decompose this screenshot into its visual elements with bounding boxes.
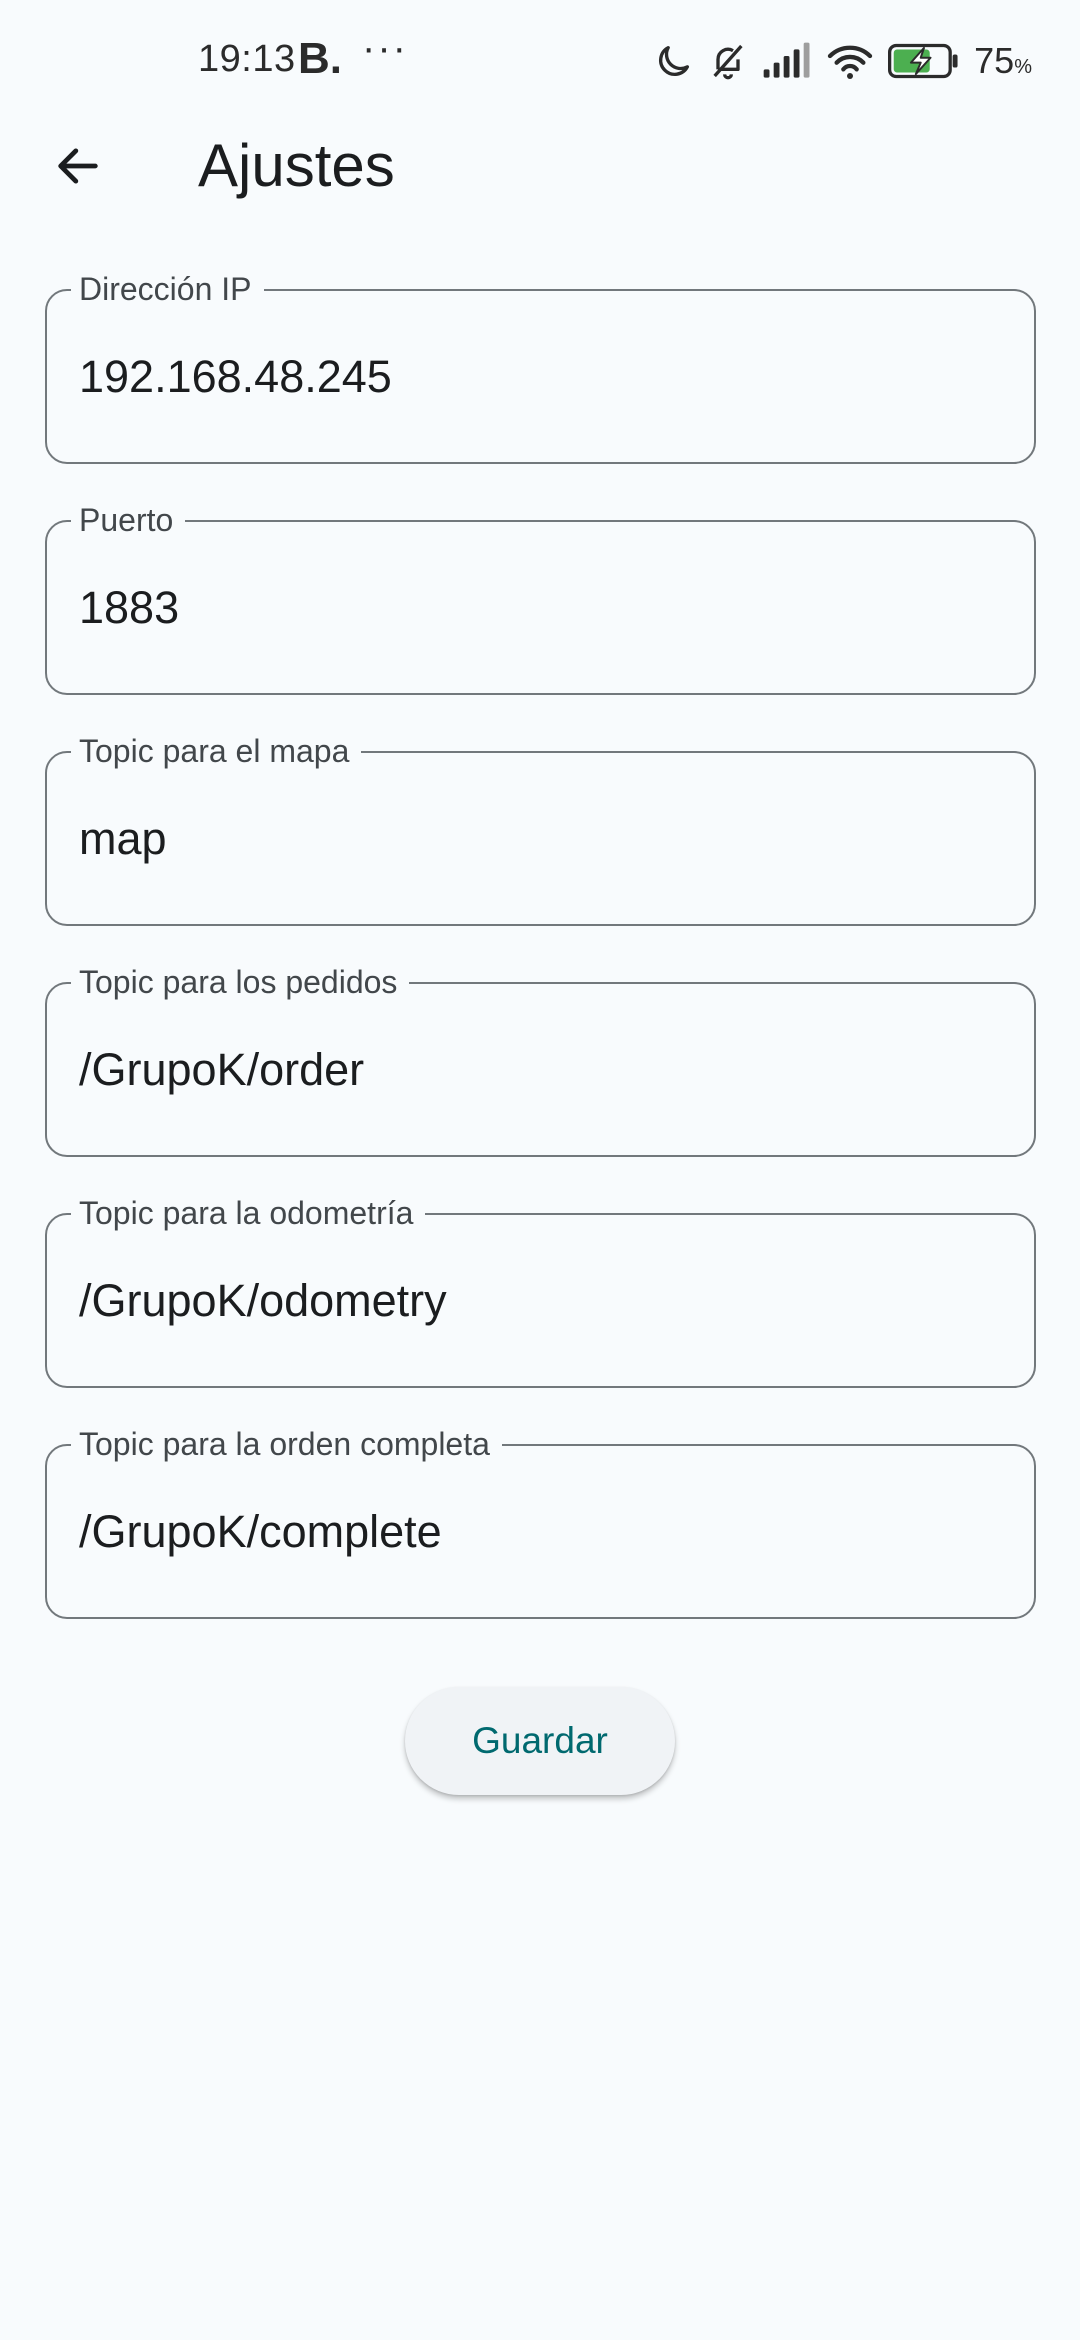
page-title: Ajustes bbox=[198, 132, 395, 199]
status-icons: 75% bbox=[654, 36, 1032, 86]
complete-order-topic-label: Topic para la orden completa bbox=[71, 1424, 502, 1464]
odometry-topic-input[interactable]: /GrupoK/odometry bbox=[79, 1273, 999, 1329]
orders-topic-label: Topic para los pedidos bbox=[71, 962, 410, 1002]
arrow-back-icon bbox=[58, 148, 98, 184]
app-bar: Ajustes bbox=[0, 126, 1080, 206]
ip-address-input[interactable]: 192.168.48.245 bbox=[79, 349, 999, 405]
status-bar: 19:13 B. ··· 75% bbox=[0, 0, 1080, 126]
port-field[interactable]: Puerto 1883 bbox=[45, 500, 1036, 695]
ip-address-label: Dirección IP bbox=[71, 269, 264, 309]
orders-topic-field[interactable]: Topic para los pedidos /GrupoK/order bbox=[45, 962, 1036, 1157]
complete-order-topic-field[interactable]: Topic para la orden completa /GrupoK/com… bbox=[45, 1424, 1036, 1619]
orders-topic-input[interactable]: /GrupoK/order bbox=[79, 1042, 999, 1098]
map-topic-label: Topic para el mapa bbox=[71, 731, 362, 771]
port-label: Puerto bbox=[71, 500, 186, 540]
bell-off-icon bbox=[708, 41, 748, 81]
back-button[interactable] bbox=[38, 126, 118, 206]
moon-icon bbox=[654, 41, 694, 81]
odometry-topic-field[interactable]: Topic para la odometría /GrupoK/odometry bbox=[45, 1193, 1036, 1388]
port-input[interactable]: 1883 bbox=[79, 580, 999, 636]
ip-address-field[interactable]: Dirección IP 192.168.48.245 bbox=[45, 269, 1036, 464]
b-badge: B. bbox=[298, 34, 342, 83]
more-notifications-icon: ··· bbox=[362, 26, 408, 70]
save-button[interactable]: Guardar bbox=[405, 1687, 675, 1795]
status-time: 19:13 bbox=[198, 38, 296, 80]
settings-screen: 19:13 B. ··· 75% Ajustes Dirección IP 19… bbox=[0, 0, 1080, 2340]
wifi-icon bbox=[826, 41, 874, 81]
battery-charging-icon bbox=[888, 43, 960, 79]
odometry-topic-label: Topic para la odometría bbox=[71, 1193, 426, 1233]
map-topic-input[interactable]: map bbox=[79, 811, 999, 867]
signal-icon bbox=[762, 41, 812, 81]
map-topic-field[interactable]: Topic para el mapa map bbox=[45, 731, 1036, 926]
complete-order-topic-input[interactable]: /GrupoK/complete bbox=[79, 1504, 999, 1560]
battery-percent: 75% bbox=[974, 40, 1032, 81]
